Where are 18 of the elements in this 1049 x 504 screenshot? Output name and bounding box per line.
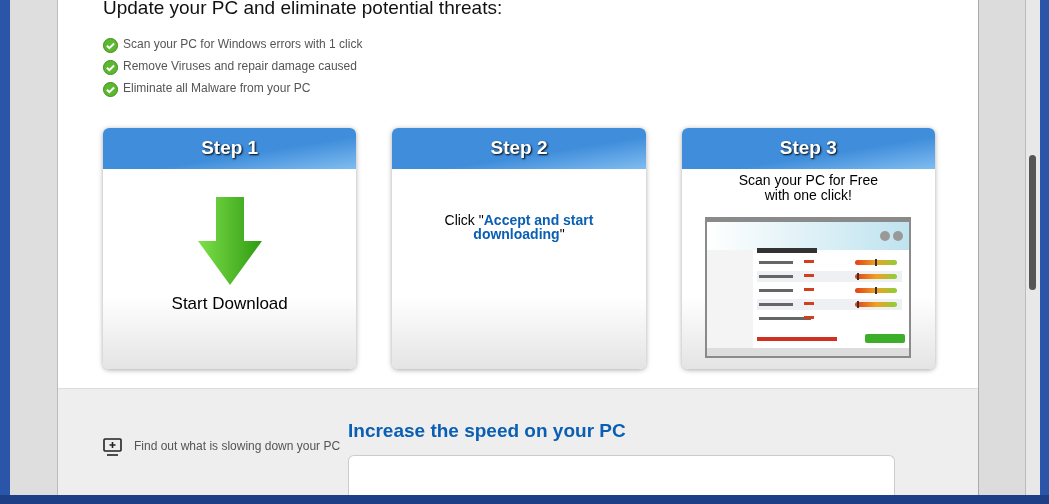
check-icon <box>103 38 118 53</box>
feature-text: Find out what is slowing down your PC <box>134 437 341 455</box>
step-caption: Start Download <box>171 293 288 315</box>
section-heading: Increase the speed on your PC <box>348 418 627 443</box>
step-instruction: Scan your PC for Free with one click! <box>737 173 879 203</box>
benefit-text: Eliminate all Malware from your PC <box>123 80 311 97</box>
step-instruction: Click "Accept and start downloading" <box>443 213 595 241</box>
check-icon <box>103 60 118 75</box>
check-icon <box>103 82 118 97</box>
monitor-icon <box>103 437 122 457</box>
benefit-text: Remove Viruses and repair damage caused <box>123 58 357 75</box>
download-arrow-icon <box>197 197 262 285</box>
scrollbar[interactable] <box>1025 0 1040 495</box>
step-header: Step 1 <box>103 128 357 169</box>
step-header: Step 2 <box>392 128 646 169</box>
benefit-text: Scan your PC for Windows errors with 1 click <box>123 36 363 53</box>
step-header: Step 3 <box>681 128 935 169</box>
page-heading: Update your PC and eliminate potential threats: <box>103 0 504 18</box>
